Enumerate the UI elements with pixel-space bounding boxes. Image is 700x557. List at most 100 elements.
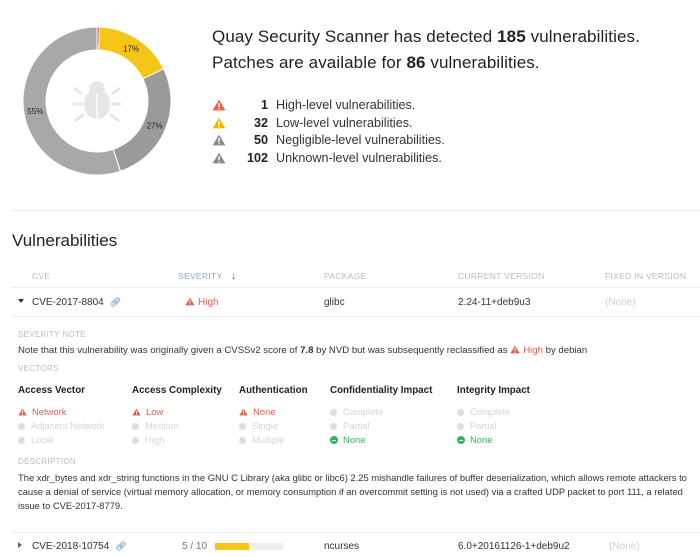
expand-caret-icon[interactable] bbox=[18, 542, 22, 548]
minus-circle-icon bbox=[330, 436, 338, 444]
table-row[interactable]: CVE-2017-8804 🔗︎ High glibc 2.24-11+deb9u… bbox=[12, 289, 700, 317]
note-score: 7.8 bbox=[300, 345, 314, 356]
vector-title: Integrity Impact bbox=[457, 385, 530, 396]
circle-icon bbox=[457, 408, 464, 416]
column-severity[interactable]: SEVERITY ↓ bbox=[178, 271, 236, 282]
circle-icon bbox=[18, 422, 25, 430]
warning-icon bbox=[212, 117, 226, 128]
patches-summary: Patches are available for 86 vulnerabili… bbox=[212, 50, 692, 76]
detected-count: 185 bbox=[497, 27, 526, 46]
detected-suffix: vulnerabilities. bbox=[525, 27, 640, 46]
current-version-cell: 6.0+20161126-1+deb9u2 bbox=[458, 541, 570, 552]
fixed-version-cell: (None) bbox=[609, 541, 640, 552]
detected-summary: Quay Security Scanner has detected 185 v… bbox=[212, 24, 692, 50]
count-unknown: 102 bbox=[246, 150, 268, 165]
detected-prefix: Quay Security Scanner has detected bbox=[212, 27, 498, 46]
severity-cell: High bbox=[185, 297, 219, 308]
cve-cell: CVE-2017-8804 🔗︎ bbox=[32, 297, 121, 308]
circle-icon bbox=[132, 422, 139, 430]
circle-icon bbox=[239, 422, 246, 430]
vector-option: Partial bbox=[457, 419, 530, 433]
count-negligible-label: Negligible-level vulnerabilities. bbox=[276, 133, 445, 148]
vector-option-label: High bbox=[145, 434, 165, 445]
vector-option: Partial bbox=[330, 419, 432, 433]
link-icon[interactable]: 🔗︎ bbox=[110, 297, 121, 307]
vector-title: Confidentiality Impact bbox=[330, 385, 433, 396]
collapse-caret-icon[interactable] bbox=[18, 299, 24, 303]
vector-access-complexity: Access Complexity Low Medium High bbox=[132, 385, 222, 447]
minus-circle-icon bbox=[457, 436, 465, 444]
vector-authentication: Authentication None Single Multiple bbox=[239, 385, 308, 447]
note-severity-label: High bbox=[523, 345, 543, 356]
severity-note-label: SEVERITY NOTE bbox=[18, 330, 86, 339]
vector-option-label: None bbox=[343, 434, 366, 445]
sort-arrow-icon[interactable]: ↓ bbox=[231, 271, 236, 282]
description-label: DESCRIPTION bbox=[18, 457, 76, 466]
vector-option-label: Complete bbox=[470, 406, 511, 417]
table-header: CVE SEVERITY ↓ PACKAGE CURRENT VERSION F… bbox=[12, 266, 700, 288]
vector-option-selected: Network bbox=[18, 405, 104, 419]
vector-option: Complete bbox=[330, 405, 432, 419]
count-negligible: 50 bbox=[253, 133, 268, 148]
circle-icon bbox=[239, 436, 246, 444]
warning-icon bbox=[212, 99, 226, 111]
column-package[interactable]: PACKAGE bbox=[324, 271, 367, 281]
cve-cell: CVE-2018-10754 🔗︎ bbox=[32, 541, 127, 552]
bug-icon bbox=[73, 81, 121, 123]
vulnerability-donut-chart: 17% 27% 55% bbox=[22, 26, 172, 176]
warning-icon bbox=[510, 345, 520, 354]
vector-title: Access Complexity bbox=[132, 385, 222, 396]
vector-option-label: Complete bbox=[343, 406, 384, 417]
note-middle: by NVD but was subsequently reclassified… bbox=[313, 345, 511, 356]
package-cell: glibc bbox=[324, 297, 345, 308]
warning-icon bbox=[132, 408, 141, 416]
vectors-label: VECTORS bbox=[18, 364, 59, 373]
patches-count: 86 bbox=[406, 53, 426, 72]
count-low-label: Low-level vulnerabilities. bbox=[276, 115, 413, 130]
vector-option-label: Multiple bbox=[252, 434, 285, 445]
vector-access-vector: Access Vector Network Adjacent Network L… bbox=[18, 385, 104, 447]
vector-option-selected: None bbox=[239, 405, 308, 419]
count-row-unknown: 102 Unknown-level vulnerabilities. bbox=[212, 149, 692, 167]
note-suffix: by debian bbox=[542, 345, 588, 356]
cve-id: CVE-2018-10754 bbox=[32, 541, 110, 552]
donut-label-low: 17% bbox=[123, 45, 139, 54]
vector-option-label: Medium bbox=[145, 420, 179, 431]
count-high: 1 bbox=[260, 97, 268, 112]
patches-suffix: vulnerabilities. bbox=[425, 53, 540, 72]
column-current-version[interactable]: CURRENT VERSION bbox=[458, 271, 545, 281]
vector-option-selected: Low bbox=[132, 405, 222, 419]
vector-option: Local bbox=[18, 433, 104, 447]
table-row[interactable]: CVE-2018-10754 🔗︎ 5 / 10 ncurses 6.0+2016… bbox=[12, 532, 700, 557]
severity-counts: 1 High-level vulnerabilities. 32 Low-lev… bbox=[212, 96, 692, 167]
vector-option: Medium bbox=[132, 419, 222, 433]
severity-score: 5 / 10 bbox=[182, 541, 208, 552]
vector-option-label: Adjacent Network bbox=[31, 420, 105, 431]
donut-label-negligible: 27% bbox=[147, 121, 163, 130]
column-cve[interactable]: CVE bbox=[32, 271, 50, 281]
scan-summary: Quay Security Scanner has detected 185 v… bbox=[212, 24, 692, 167]
vector-option: Single bbox=[239, 419, 308, 433]
severity-score-cell: 5 / 10 bbox=[182, 541, 284, 552]
donut-label-unknown: 55% bbox=[27, 107, 43, 116]
column-fixed-in-version[interactable]: FIXED IN VERSION bbox=[605, 271, 686, 281]
circle-icon bbox=[18, 436, 25, 444]
count-high-label: High-level vulnerabilities. bbox=[276, 97, 416, 112]
warning-icon bbox=[185, 297, 195, 306]
severity-score-fill bbox=[215, 542, 250, 550]
donut-slice-negligible[interactable] bbox=[112, 68, 172, 172]
patches-prefix: Patches are available for bbox=[212, 53, 407, 72]
vector-option: Adjacent Network bbox=[18, 419, 104, 433]
vector-option-label: None bbox=[253, 406, 276, 417]
severity-score-bar bbox=[215, 542, 284, 550]
vector-option-label: None bbox=[470, 434, 493, 445]
warning-icon bbox=[212, 135, 226, 146]
vector-title: Access Vector bbox=[18, 385, 85, 396]
cve-id: CVE-2017-8804 bbox=[32, 297, 104, 308]
note-prefix: Note that this vulnerability was origina… bbox=[18, 345, 301, 356]
vector-option-selected: None bbox=[457, 433, 530, 447]
link-icon[interactable]: 🔗︎ bbox=[115, 541, 126, 551]
vector-option-label: Partial bbox=[470, 420, 497, 431]
fixed-version-cell: (None) bbox=[605, 297, 636, 308]
description-text: The xdr_bytes and xdr_string functions i… bbox=[18, 472, 687, 511]
